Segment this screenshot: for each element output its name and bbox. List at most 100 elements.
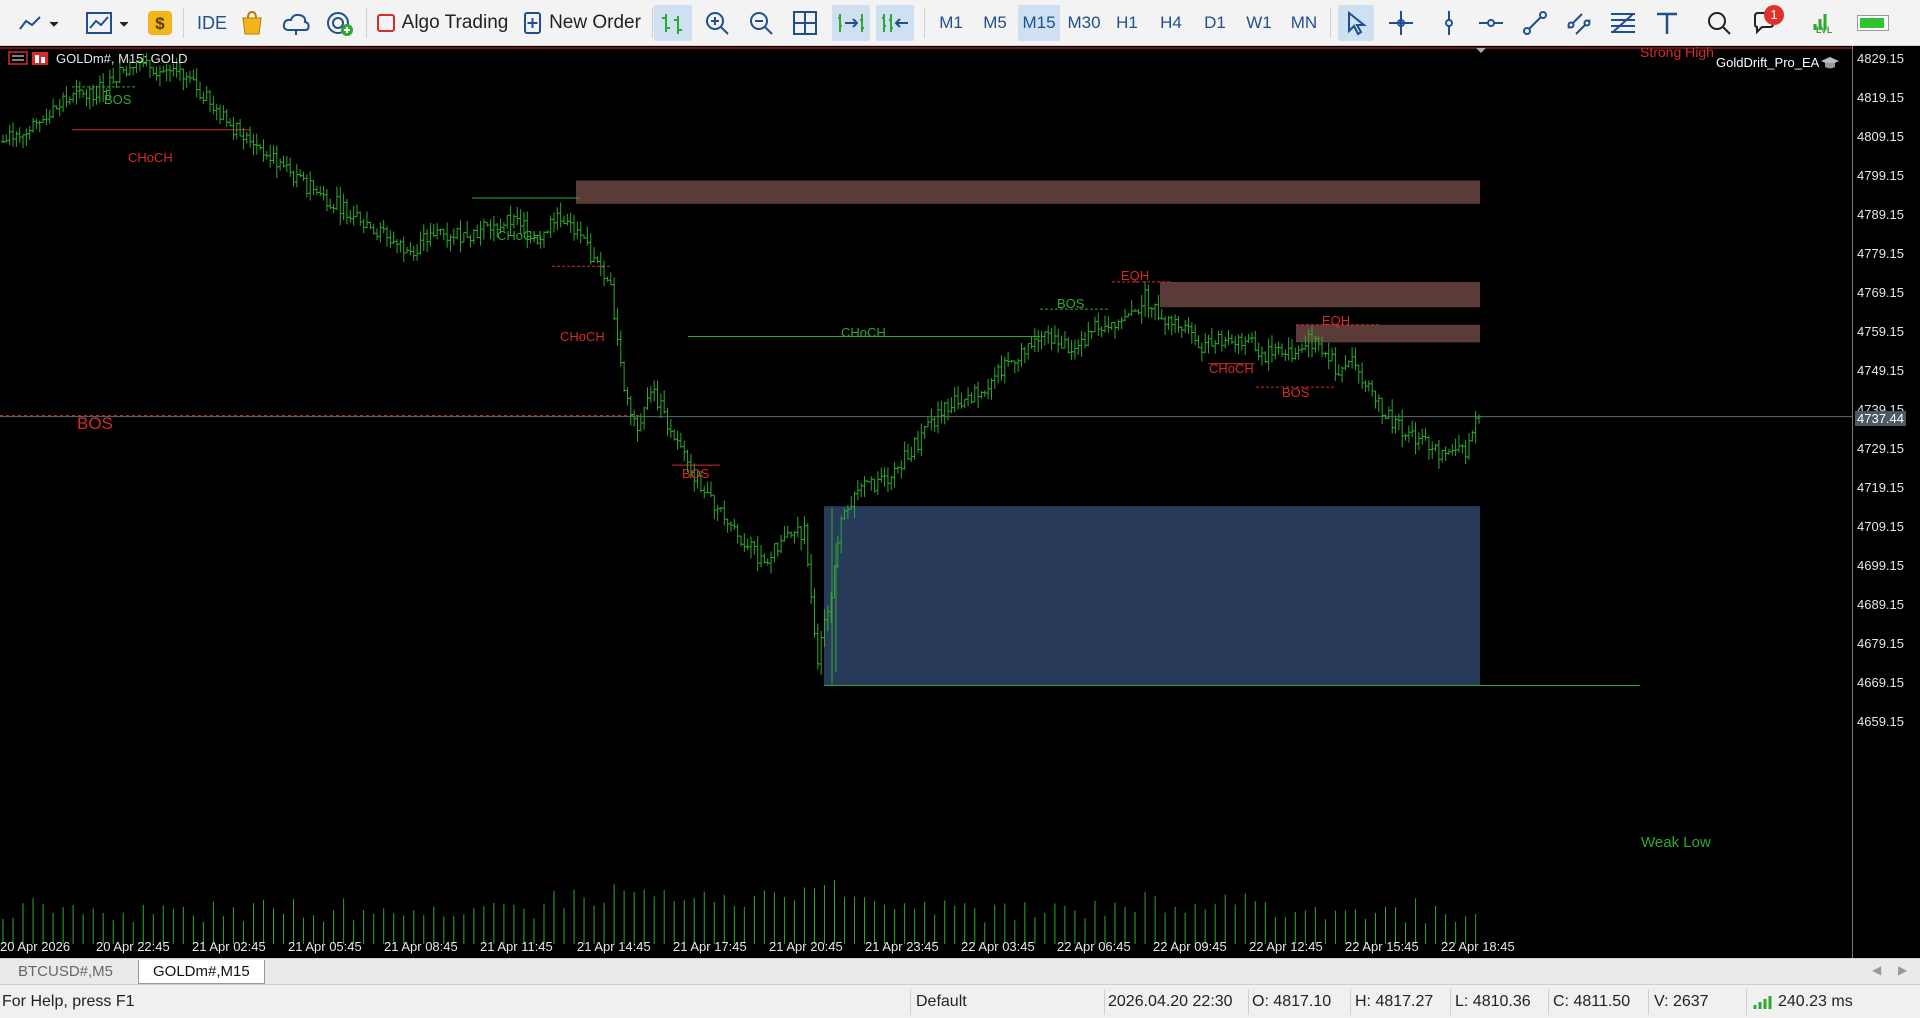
ohlc-bar <box>1393 415 1398 434</box>
tabs-scroll-left-icon[interactable]: ◀ <box>1872 963 1881 977</box>
tabs-scroll-right-icon[interactable]: ▶ <box>1898 963 1907 977</box>
ohlc-bar <box>311 180 316 196</box>
auto-scroll-button[interactable] <box>832 5 870 41</box>
search-button[interactable] <box>1702 5 1736 41</box>
price-tick-label: 4789.15 <box>1857 207 1904 222</box>
ohlc-bar <box>1229 334 1234 345</box>
chart-window-icon[interactable] <box>30 50 52 66</box>
ea-name[interactable]: GoldDrift_Pro_EA <box>1716 54 1841 70</box>
symbol-menu-icon[interactable] <box>8 50 30 66</box>
trendline-tool-button[interactable] <box>1518 5 1552 41</box>
ohlc-bar <box>1253 330 1258 352</box>
ohlc-bar <box>909 446 914 462</box>
new-order-button[interactable]: New Order <box>520 5 644 41</box>
timeframe-h1[interactable]: H1 <box>1108 5 1146 41</box>
fibonacci-tool-button[interactable] <box>1606 5 1640 41</box>
timeframe-h4[interactable]: H4 <box>1152 5 1190 41</box>
connection-status[interactable] <box>1846 5 1900 41</box>
new-order-label: New Order <box>549 12 641 33</box>
chart-type-menu-button[interactable] <box>12 5 64 41</box>
ide-button[interactable]: IDE <box>192 5 232 41</box>
cursor-icon <box>1348 10 1367 36</box>
ohlc-bar <box>1466 432 1471 460</box>
timeframe-w1[interactable]: W1 <box>1240 5 1278 41</box>
bar-chart-button[interactable] <box>654 5 692 41</box>
ohlc-bar <box>1223 337 1228 349</box>
chart-shift-button[interactable] <box>876 5 914 41</box>
ohlc-bar <box>97 75 102 103</box>
chart-area[interactable]: GOLDm#, M15: GOLD GoldDrift_Pro_EA Stron… <box>0 46 1852 958</box>
supply-zone-1 <box>576 180 1480 204</box>
vertical-line-tool-button[interactable] <box>1432 5 1466 41</box>
zoom-in-button[interactable] <box>700 5 734 41</box>
ohlc-bar <box>1406 425 1411 443</box>
indicators-menu-button[interactable] <box>80 5 132 41</box>
grid-icon <box>793 11 817 35</box>
ohlc-bar <box>27 125 32 141</box>
algo-trading-button[interactable]: Algo Trading <box>374 5 510 41</box>
ohlc-bar <box>1203 333 1208 354</box>
ohlc-bar <box>1096 312 1101 337</box>
ohlc-bar <box>1403 433 1408 441</box>
tab-goldm-m15[interactable]: GOLDm#,M15 <box>138 960 265 984</box>
ohlc-bar <box>932 416 937 432</box>
channel-tool-button[interactable] <box>1562 5 1596 41</box>
cursor-tool-button[interactable] <box>1338 5 1374 41</box>
ohlc-bar <box>1477 414 1481 424</box>
ohlc-bar <box>1470 430 1475 442</box>
ohlc-bar <box>218 104 223 125</box>
cloud-button[interactable] <box>280 5 312 41</box>
timeframe-mn[interactable]: MN <box>1284 5 1324 41</box>
ohlc-bar <box>749 536 754 559</box>
ohlc-bar <box>1423 427 1428 441</box>
timeframe-m1[interactable]: M1 <box>932 5 970 41</box>
ohlc-bar <box>161 65 166 74</box>
timeframe-m15[interactable]: M15 <box>1018 5 1060 41</box>
ohlc-bar <box>1032 328 1037 352</box>
time-tick-label: 20 Apr 2026 <box>0 939 71 954</box>
timeframe-m5[interactable]: M5 <box>976 5 1014 41</box>
signals-button[interactable] <box>324 5 356 41</box>
market-button[interactable]: $ <box>146 5 174 41</box>
ohlc-bar <box>74 79 79 105</box>
bos-label-big: BOS <box>77 414 113 433</box>
ohlc-bar <box>21 134 26 149</box>
timeframe-d1[interactable]: D1 <box>1196 5 1234 41</box>
price-tick-label: 4749.15 <box>1857 363 1904 378</box>
ohlc-bar <box>645 387 650 410</box>
horizontal-line-tool-button[interactable] <box>1474 5 1508 41</box>
line-chart-icon <box>19 16 59 30</box>
ohlc-bar <box>1052 325 1057 345</box>
ohlc-bar <box>31 117 36 133</box>
supply-zone-2 <box>1160 281 1480 308</box>
ohlc-bar <box>922 425 927 439</box>
market-bag-button[interactable] <box>238 5 266 41</box>
ohlc-bar <box>388 230 393 248</box>
ohlc-bar <box>375 228 380 241</box>
ohlc-bar <box>1300 343 1305 354</box>
dollar-coin-icon: $ <box>148 11 172 35</box>
tab-btcusd-m5[interactable]: BTCUSD#,M5 <box>4 960 127 984</box>
ohlc-bar <box>258 144 263 151</box>
ohlc-bar <box>1189 322 1194 344</box>
tile-windows-button[interactable] <box>788 5 822 41</box>
ohlc-bar <box>1079 330 1084 357</box>
ohlc-bar <box>1006 351 1011 367</box>
ohlc-bar <box>1283 349 1288 362</box>
timeframe-m30[interactable]: M30 <box>1062 5 1106 41</box>
time-tick-label: 21 Apr 11:45 <box>480 939 553 954</box>
ohlc-bar <box>782 526 787 542</box>
ohlc-bar <box>214 104 219 121</box>
ohlc-bar <box>632 409 637 427</box>
ohlc-bar <box>728 521 733 532</box>
ohlc-bar <box>1433 443 1438 452</box>
ohlc-bar <box>224 109 229 127</box>
ohlc-bar <box>284 155 289 173</box>
signal-level-indicator[interactable]: LVL <box>1796 5 1850 41</box>
crosshair-tool-button[interactable] <box>1384 5 1418 41</box>
zoom-out-button[interactable] <box>744 5 778 41</box>
text-tool-button[interactable] <box>1650 5 1684 41</box>
ohlc-bar <box>485 221 490 227</box>
price-scale[interactable]: 4829.15 4819.15 4809.15 4799.15 4789.15 4779.… <box>1852 46 1920 958</box>
notifications-button[interactable]: 1 <box>1746 5 1788 41</box>
